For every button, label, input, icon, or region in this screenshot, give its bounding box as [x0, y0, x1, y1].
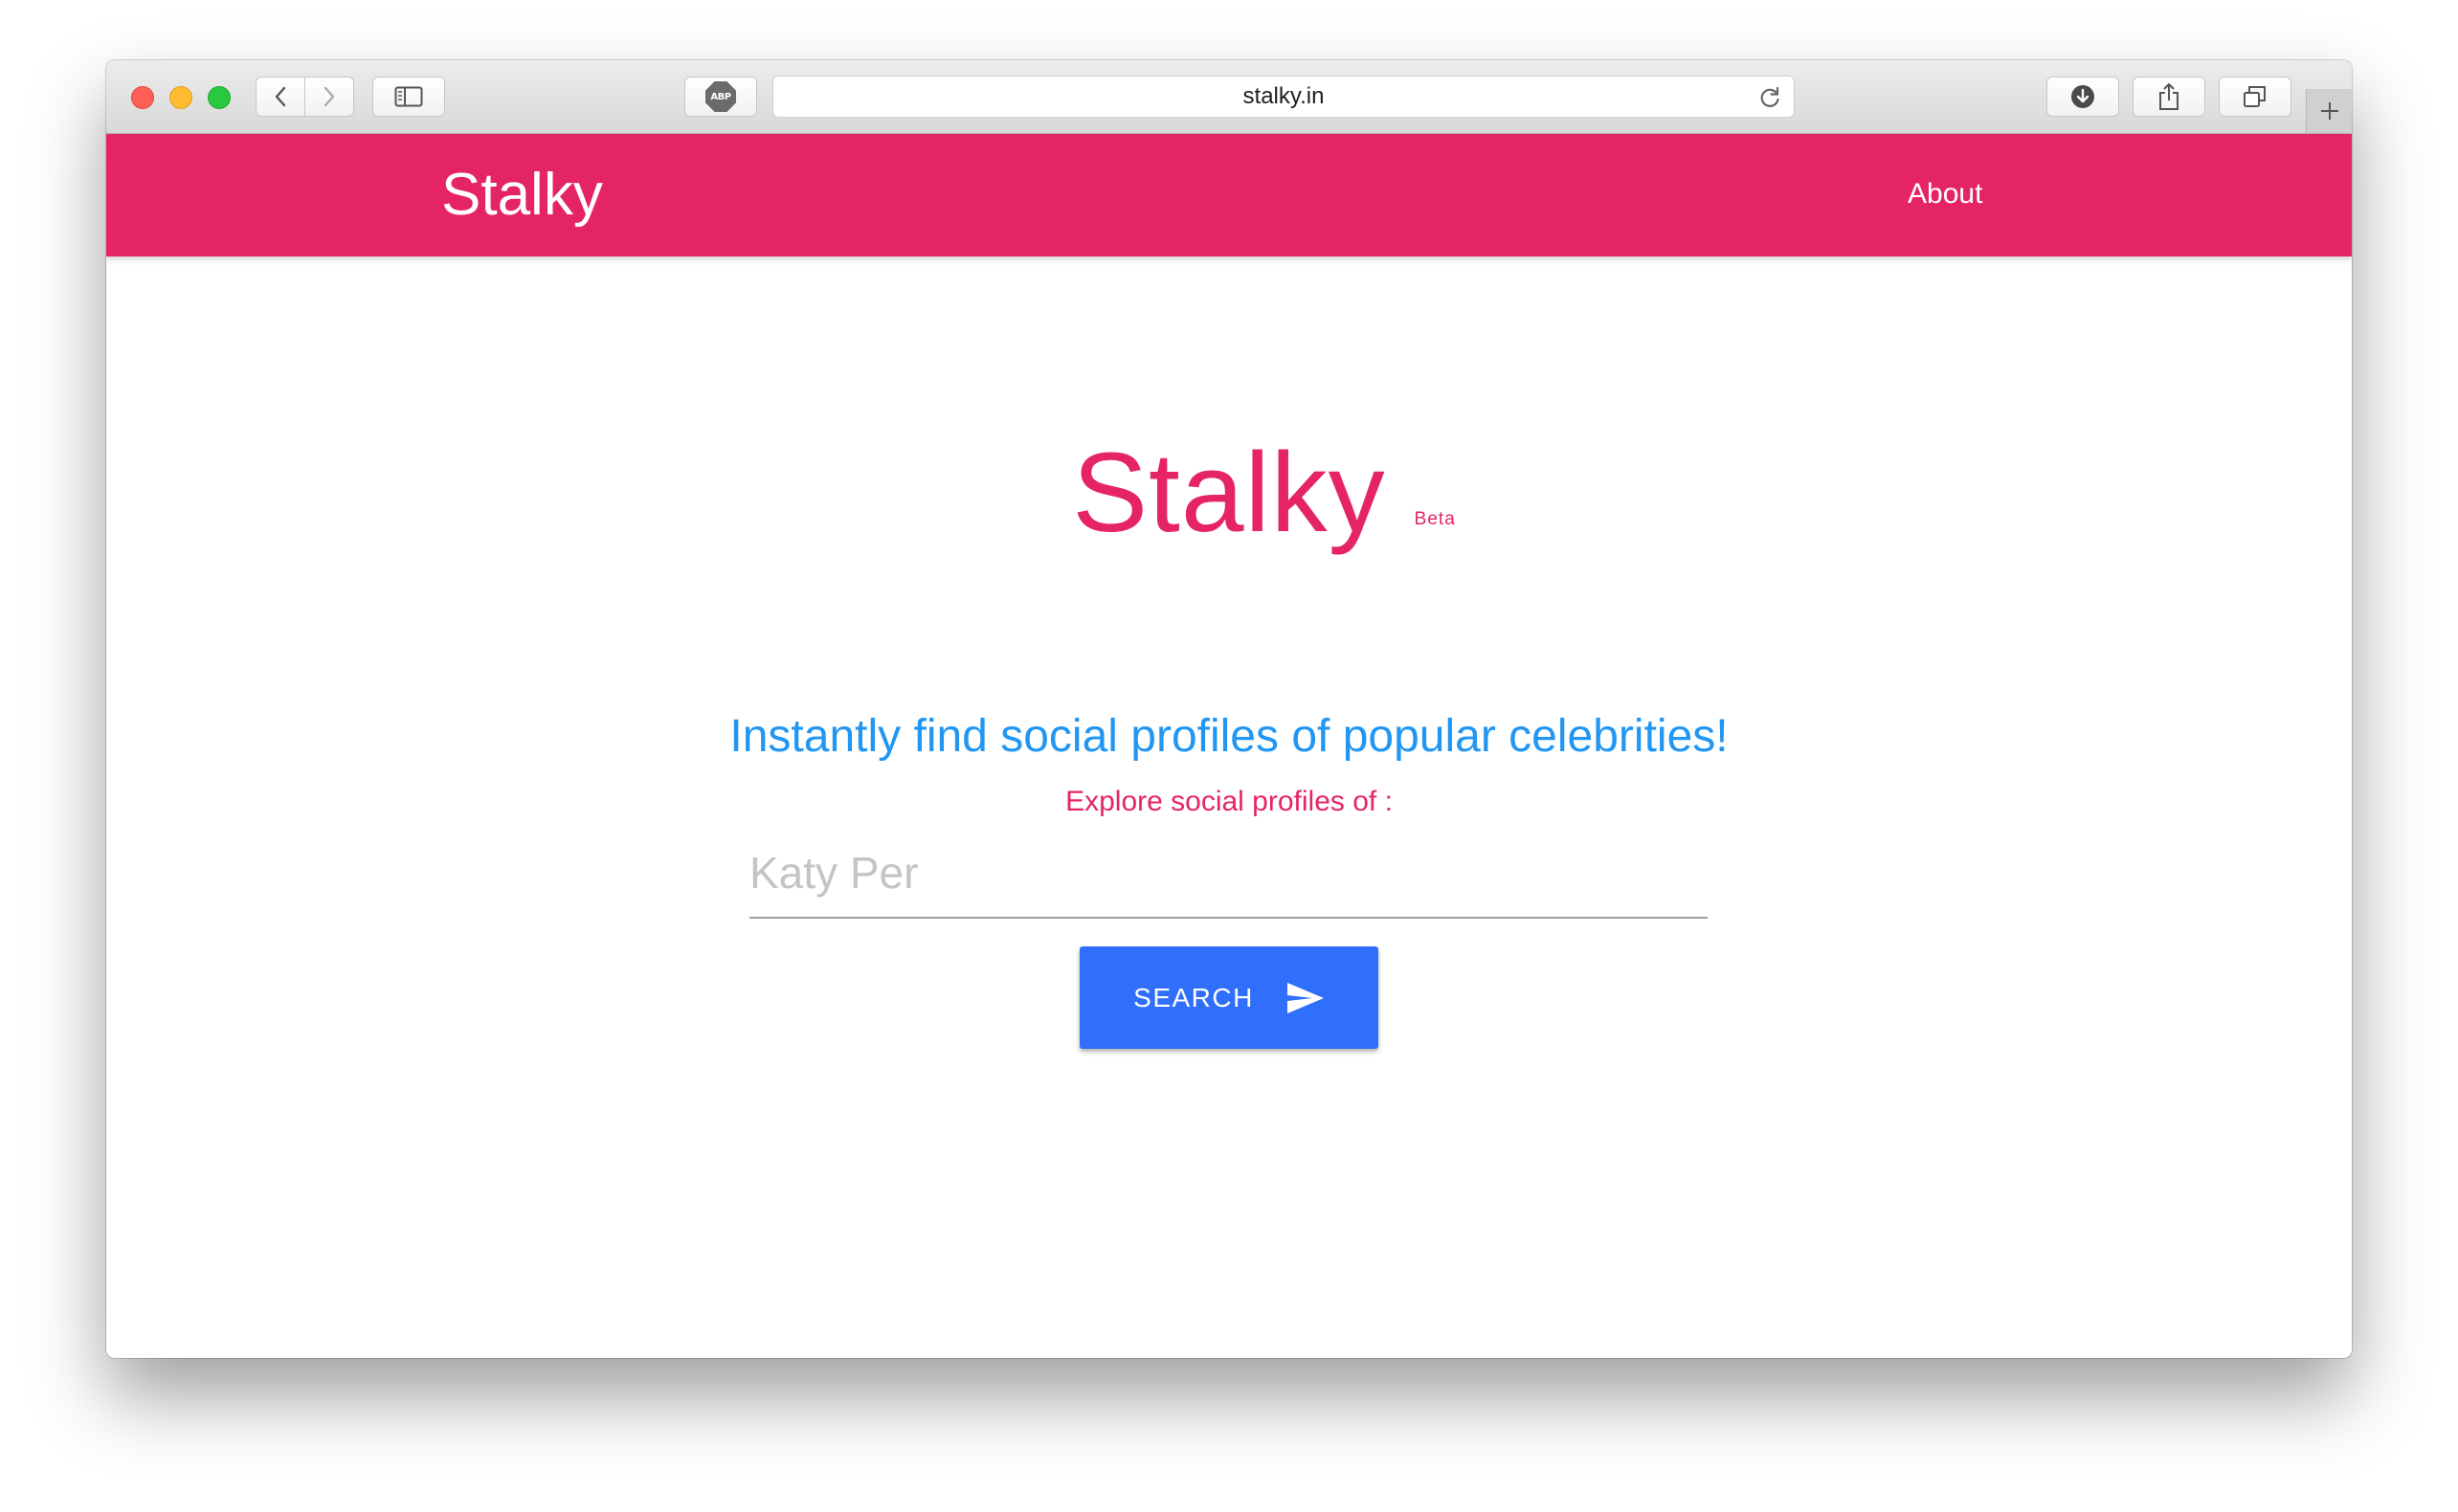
hero-section: Stalky Beta: [106, 431, 2352, 555]
page-content: Stalky About Stalky Beta Instantly find …: [106, 134, 2352, 1358]
url-text: stalky.in: [1242, 83, 1325, 109]
hero-title: Stalky Beta: [1072, 430, 1454, 556]
sidebar-icon: [394, 86, 423, 107]
search-button[interactable]: SEARCH: [1080, 946, 1378, 1049]
address-bar[interactable]: stalky.in: [772, 76, 1795, 118]
chevron-right-icon: [324, 86, 335, 107]
beta-badge: Beta: [1414, 509, 1456, 529]
plus-icon: [2320, 102, 2338, 120]
share-icon: [2159, 83, 2179, 110]
brand-logo-link[interactable]: Stalky: [441, 159, 603, 232]
send-icon: [1286, 982, 1325, 1014]
reload-icon[interactable]: [1757, 85, 1782, 110]
chevron-left-icon: [275, 86, 286, 107]
download-icon: [2071, 85, 2094, 108]
new-tab-button[interactable]: [2306, 89, 2352, 133]
tabs-icon: [2244, 86, 2266, 107]
browser-toolbar: ABP stalky.in: [106, 60, 2352, 134]
fullscreen-window-button[interactable]: [208, 86, 231, 109]
back-button[interactable]: [256, 77, 305, 117]
top-navbar: Stalky About: [106, 134, 2352, 256]
hero-title-text: Stalky: [1072, 430, 1386, 556]
minimize-window-button[interactable]: [169, 86, 192, 109]
adblock-button[interactable]: ABP: [684, 77, 757, 117]
show-tabs-button[interactable]: [2219, 77, 2291, 117]
about-link[interactable]: About: [1908, 175, 1982, 213]
close-window-button[interactable]: [131, 86, 154, 109]
sidebar-toggle-button[interactable]: [372, 77, 445, 117]
explore-subtitle: Explore social profiles of :: [1065, 786, 1393, 817]
downloads-button[interactable]: [2046, 77, 2119, 117]
adblock-icon: ABP: [705, 81, 736, 112]
browser-window: ABP stalky.in Stalky About Stalky Beta I…: [106, 60, 2352, 1358]
search-button-label: SEARCH: [1133, 982, 1254, 1012]
tagline: Instantly find social profiles of popula…: [729, 711, 1729, 762]
forward-button[interactable]: [304, 77, 354, 117]
celebrity-search-input[interactable]: [749, 828, 1708, 919]
share-button[interactable]: [2133, 77, 2205, 117]
